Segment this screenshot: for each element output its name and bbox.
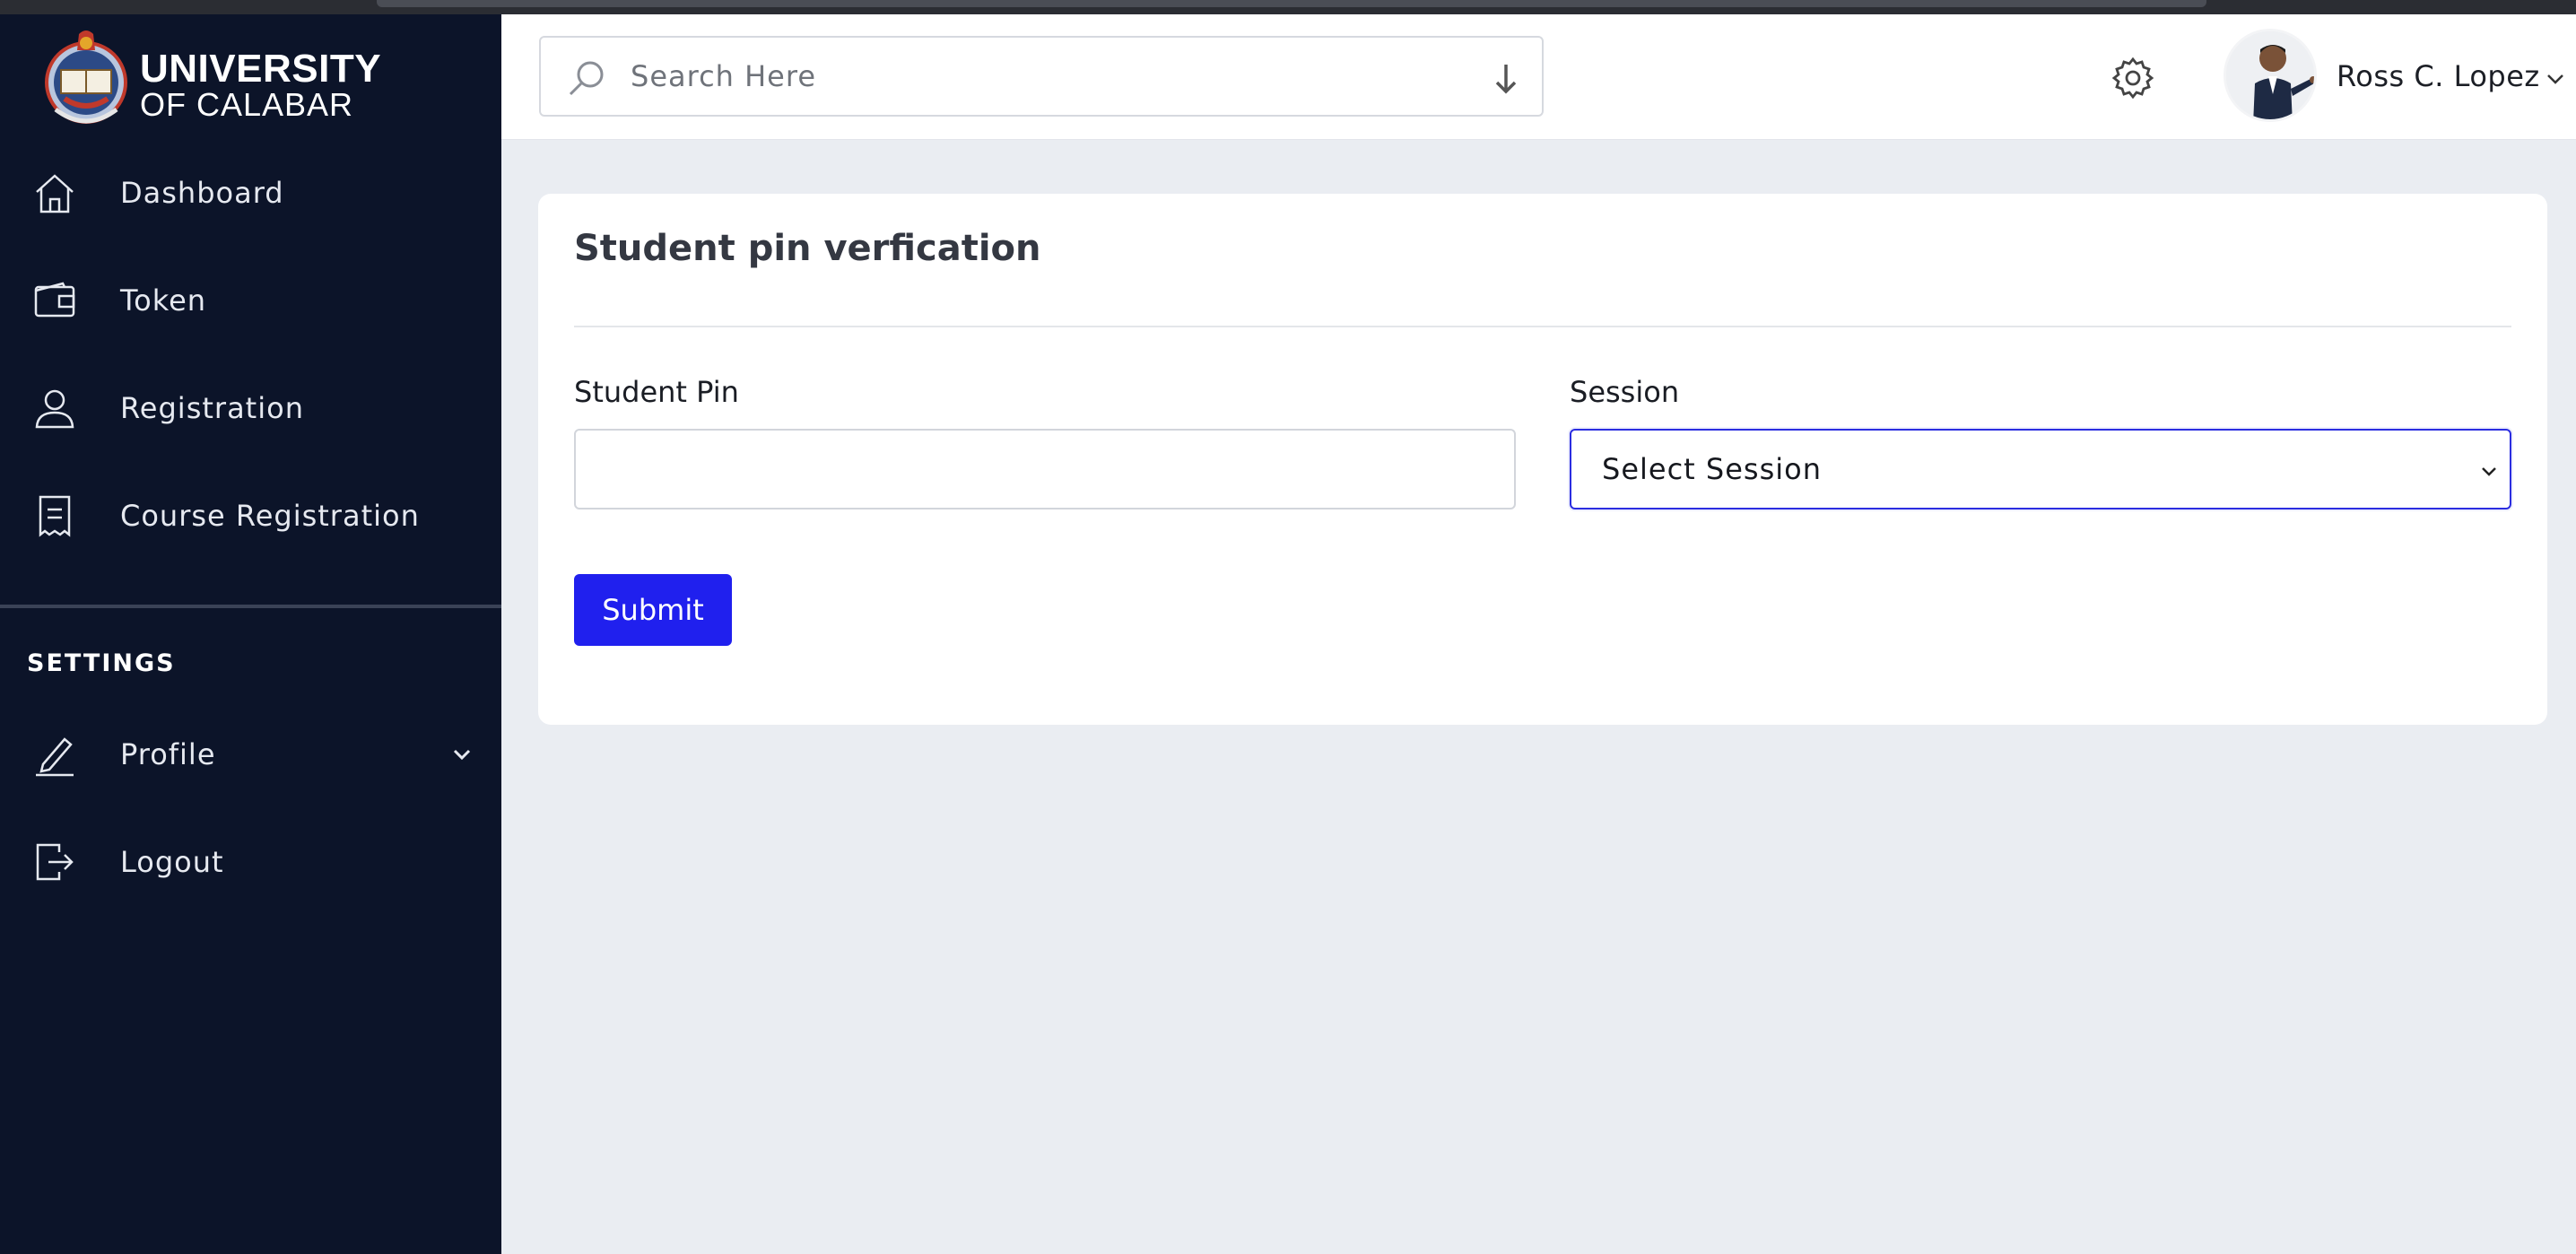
sidebar-item-course-registration[interactable]: Course Registration bbox=[0, 475, 501, 556]
chevron-down-icon[interactable] bbox=[448, 741, 475, 768]
receipt-icon bbox=[30, 492, 79, 540]
sidebar-item-label: Course Registration bbox=[120, 499, 420, 533]
session-label: Session bbox=[1570, 375, 1680, 409]
logo-text-line2: OF CALABAR bbox=[140, 86, 354, 123]
wallet-icon bbox=[30, 276, 79, 325]
browser-top-strip bbox=[0, 0, 2576, 14]
session-select[interactable]: Select Session bbox=[1570, 429, 2511, 509]
user-icon bbox=[30, 384, 79, 432]
sidebar-divider bbox=[0, 605, 501, 608]
search-icon[interactable] bbox=[566, 57, 607, 99]
submit-button[interactable]: Submit bbox=[574, 574, 732, 646]
pin-verification-card: Student pin verfication Student Pin Sess… bbox=[538, 194, 2547, 725]
sidebar-item-label: Profile bbox=[120, 737, 216, 771]
sidebar-item-label: Logout bbox=[120, 845, 224, 879]
sidebar-item-token[interactable]: Token bbox=[0, 260, 501, 341]
pencil-icon bbox=[30, 730, 79, 779]
search-bar[interactable] bbox=[539, 36, 1544, 117]
home-icon bbox=[30, 169, 79, 217]
avatar[interactable] bbox=[2224, 29, 2317, 122]
chevron-down-icon bbox=[2479, 461, 2499, 481]
sidebar-item-label: Dashboard bbox=[120, 176, 284, 210]
session-selected-value: Select Session bbox=[1602, 452, 1822, 486]
student-pin-input[interactable] bbox=[574, 429, 1516, 509]
chevron-down-icon[interactable] bbox=[2545, 68, 2566, 90]
logout-icon bbox=[30, 838, 79, 886]
user-name[interactable]: Ross C. Lopez bbox=[2337, 59, 2540, 93]
sidebar-item-dashboard[interactable]: Dashboard bbox=[0, 152, 501, 233]
logo-text-line1: UNIVERSITY bbox=[140, 47, 382, 91]
student-pin-label: Student Pin bbox=[574, 375, 739, 409]
browser-tab-bar bbox=[377, 0, 2206, 7]
top-header: Ross C. Lopez bbox=[501, 14, 2576, 140]
gear-icon[interactable] bbox=[2110, 56, 2155, 100]
sidebar: UNIVERSITY OF CALABAR Dashboard Token Re… bbox=[0, 14, 501, 1254]
search-input[interactable] bbox=[631, 54, 1438, 99]
arrow-down-icon[interactable] bbox=[1490, 61, 1522, 97]
sidebar-item-profile[interactable]: Profile bbox=[0, 714, 501, 795]
sidebar-item-label: Token bbox=[120, 283, 207, 318]
settings-section-title: SETTINGS bbox=[27, 649, 176, 677]
page-title: Student pin verfication bbox=[574, 228, 1041, 269]
crest-icon bbox=[45, 30, 127, 124]
card-divider bbox=[574, 326, 2511, 327]
sidebar-item-logout[interactable]: Logout bbox=[0, 822, 501, 902]
sidebar-item-registration[interactable]: Registration bbox=[0, 368, 501, 448]
sidebar-item-label: Registration bbox=[120, 391, 304, 425]
university-logo[interactable]: UNIVERSITY OF CALABAR bbox=[43, 27, 381, 135]
